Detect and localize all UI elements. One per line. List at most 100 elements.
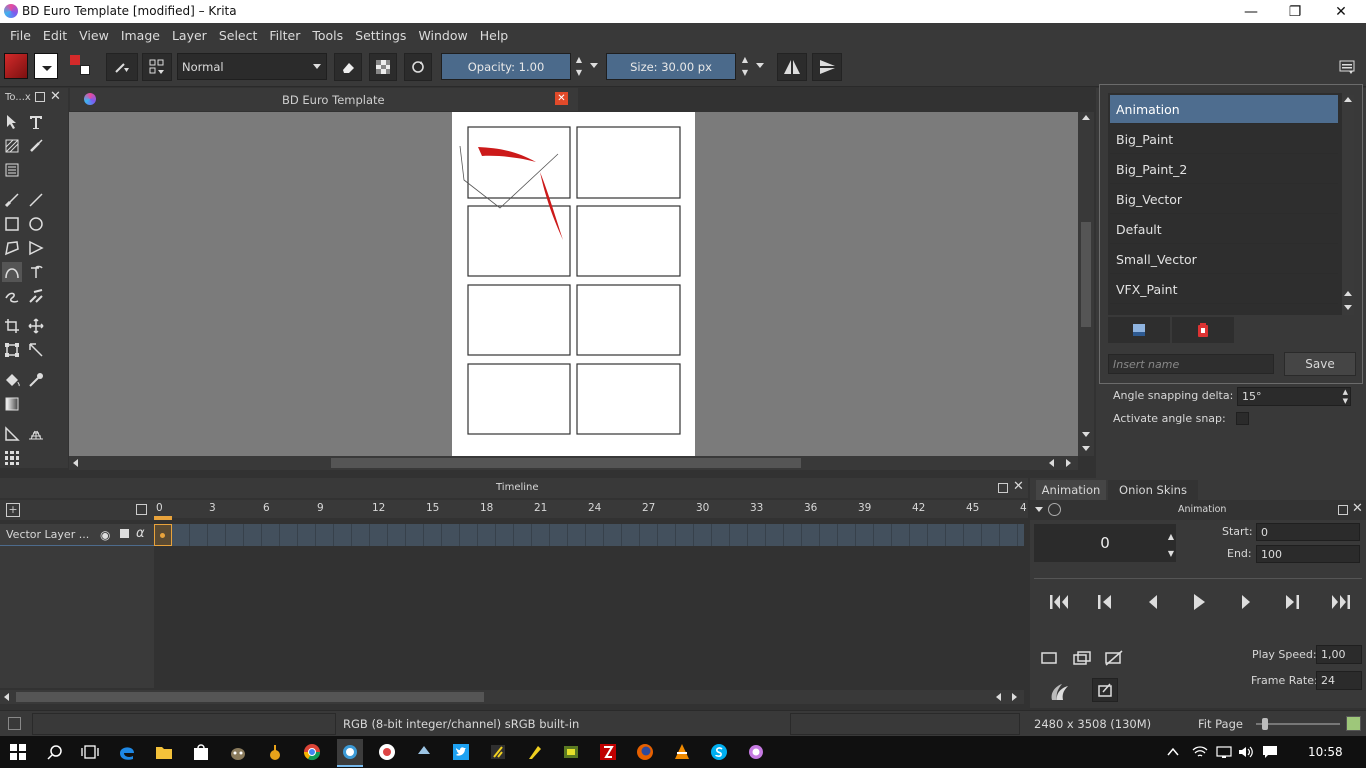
crop-tool-icon[interactable] [2, 316, 22, 336]
preset-item-default[interactable]: Default [1110, 215, 1338, 244]
float-docker-icon[interactable] [1338, 505, 1348, 515]
measure-tool-icon[interactable] [26, 340, 46, 360]
grid-tool-icon[interactable] [2, 448, 22, 468]
brush-preset-button[interactable] [106, 53, 138, 81]
menu-select[interactable]: Select [213, 28, 264, 43]
text-tool-icon[interactable] [26, 112, 46, 132]
twitter-icon[interactable] [450, 741, 472, 763]
ellipse-tool-icon[interactable] [26, 214, 46, 234]
frame-rate-input[interactable]: 24 [1316, 671, 1362, 690]
canvas-area[interactable] [69, 112, 1078, 456]
previous-keyframe-icon[interactable] [1095, 592, 1115, 612]
transform-tool-icon[interactable] [2, 340, 22, 360]
play-icon[interactable] [1189, 592, 1209, 612]
task-view-icon[interactable] [79, 741, 101, 763]
first-frame-icon[interactable] [1048, 592, 1070, 612]
next-keyframe-icon[interactable] [1282, 592, 1302, 612]
save-preset-button[interactable]: Save [1284, 352, 1356, 376]
windows-start-icon[interactable] [7, 741, 29, 763]
zoom-timeline-icon[interactable] [136, 504, 147, 515]
color-picker-icon[interactable] [26, 370, 46, 390]
canvas-horizontal-scrollbar[interactable] [69, 456, 1078, 470]
mirror-vertical-button[interactable] [812, 53, 842, 81]
vlc-icon[interactable] [671, 741, 693, 763]
menu-view[interactable]: View [73, 28, 115, 43]
add-preset-button[interactable] [1108, 317, 1170, 343]
rectangle-tool-icon[interactable] [2, 214, 22, 234]
lock-icon[interactable] [120, 529, 129, 538]
layer-row[interactable]: Vector Layer ... ◉ α [0, 524, 154, 546]
onion-skin-icon[interactable] [1048, 682, 1070, 702]
menu-tools[interactable]: Tools [306, 28, 349, 43]
preset-item-animation[interactable]: Animation [1110, 95, 1338, 124]
volume-icon[interactable] [1235, 741, 1257, 763]
menu-layer[interactable]: Layer [166, 28, 213, 43]
menu-window[interactable]: Window [412, 28, 473, 43]
gradient-tool-icon[interactable] [2, 394, 22, 414]
timeline-horizontal-scrollbar[interactable] [0, 690, 1024, 704]
menu-filter[interactable]: Filter [263, 28, 306, 43]
preset-item-big-paint[interactable]: Big_Paint [1110, 125, 1338, 154]
menu-file[interactable]: File [4, 28, 37, 43]
tab-onion-skins[interactable]: Onion Skins [1108, 480, 1198, 500]
close-window-button[interactable]: ✕ [1318, 0, 1364, 23]
fill-tool-icon[interactable] [2, 370, 22, 390]
search-icon[interactable] [44, 741, 66, 763]
freehand-path-icon[interactable] [26, 262, 46, 282]
app-icon[interactable] [524, 741, 546, 763]
file-explorer-icon[interactable] [153, 741, 175, 763]
start-input[interactable]: 0 [1256, 523, 1360, 541]
edit-gradient-icon[interactable] [2, 136, 22, 156]
menu-edit[interactable]: Edit [37, 28, 73, 43]
visibility-eye-icon[interactable]: ◉ [100, 528, 110, 542]
menu-settings[interactable]: Settings [349, 28, 412, 43]
next-frame-icon[interactable] [1236, 592, 1256, 612]
app-icon[interactable] [413, 741, 435, 763]
maximize-button[interactable]: ❐ [1272, 0, 1318, 23]
app-icon[interactable] [376, 741, 398, 763]
add-keyframe-icon[interactable] [1040, 650, 1058, 666]
chevron-down-icon[interactable] [756, 63, 764, 68]
bezier-curve-icon[interactable] [2, 262, 22, 282]
wifi-icon[interactable] [1189, 741, 1211, 763]
zoom-label[interactable]: Fit Page [1198, 717, 1243, 731]
reload-preset-button[interactable] [404, 53, 432, 81]
chevron-up-icon[interactable] [1162, 741, 1184, 763]
close-docker-icon[interactable]: ✕ [50, 89, 61, 104]
close-document-icon[interactable]: ✕ [555, 92, 568, 105]
filezilla-icon[interactable] [597, 741, 619, 763]
dynamic-brush-icon[interactable] [2, 286, 22, 306]
lock-panel-icon[interactable] [1048, 503, 1061, 516]
canvas-vertical-scrollbar[interactable] [1078, 112, 1094, 456]
skype-icon[interactable] [708, 741, 730, 763]
remove-keyframe-icon[interactable] [1104, 650, 1124, 666]
add-layer-icon[interactable]: + [6, 503, 20, 517]
preset-name-input[interactable]: Insert name [1108, 354, 1274, 374]
float-docker-icon[interactable] [35, 92, 45, 102]
store-icon[interactable] [190, 741, 212, 763]
krita-app-icon[interactable] [745, 741, 767, 763]
frame-ruler[interactable]: 0 3 6 9 12 15 18 21 24 27 30 33 36 39 42… [154, 500, 1028, 520]
document-tab[interactable]: BD Euro Template ✕ [70, 88, 578, 111]
float-docker-icon[interactable] [998, 483, 1008, 493]
perspective-grid-icon[interactable] [26, 424, 46, 444]
brush-settings-button[interactable] [142, 53, 172, 81]
preserve-alpha-button[interactable] [369, 53, 397, 81]
background-color-swatch[interactable] [34, 53, 58, 79]
previous-frame-icon[interactable] [1143, 592, 1163, 612]
menu-help[interactable]: Help [474, 28, 515, 43]
menu-image[interactable]: Image [115, 28, 166, 43]
close-docker-icon[interactable]: ✕ [1352, 501, 1363, 516]
playhead-marker[interactable] [154, 516, 172, 520]
preset-item-small-vector[interactable]: Small_Vector [1110, 245, 1338, 274]
auto-keyframe-button[interactable] [1092, 678, 1118, 702]
network-icon[interactable] [1213, 741, 1235, 763]
angle-snapping-input[interactable]: 15° ▲ ▼ [1237, 387, 1351, 406]
current-frame-spinbox[interactable]: 0 ▲ ▼ [1034, 524, 1176, 562]
delete-preset-button[interactable] [1172, 317, 1234, 343]
clock[interactable]: 10:58 [1308, 745, 1343, 759]
zoom-slider[interactable] [1256, 718, 1340, 730]
blend-mode-select[interactable]: Normal [177, 53, 327, 80]
multibrush-icon[interactable] [26, 286, 46, 306]
gimp-icon[interactable] [227, 741, 249, 763]
